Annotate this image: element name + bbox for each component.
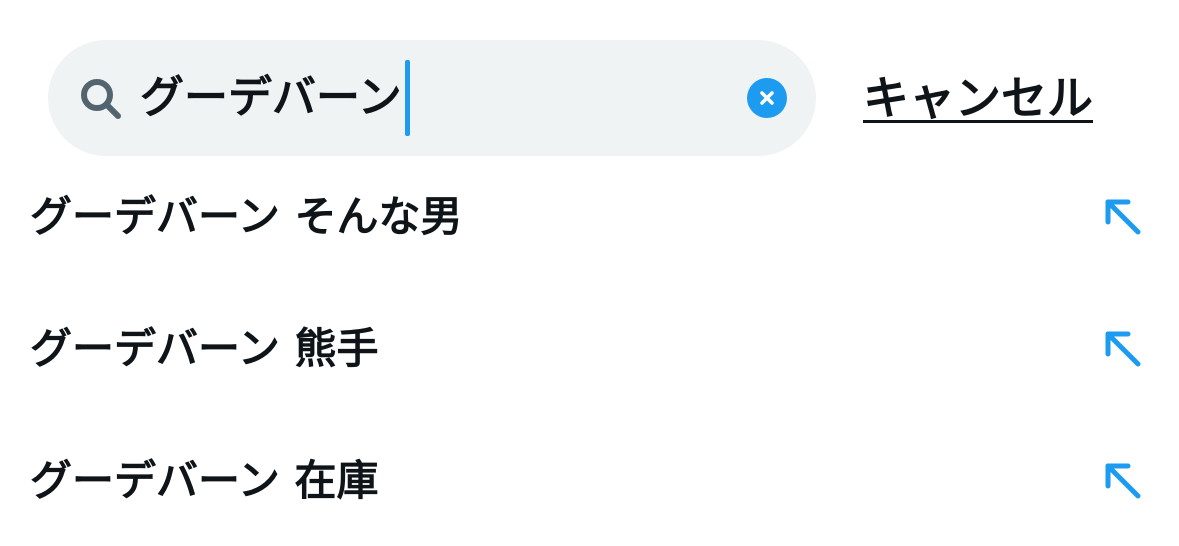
search-box[interactable]: グーデバーン <box>48 40 816 156</box>
arrow-up-left-icon[interactable] <box>1100 194 1146 240</box>
clear-search-button[interactable] <box>747 78 787 118</box>
close-icon <box>758 89 776 107</box>
suggestion-item[interactable]: グーデバーン 在庫 <box>0 414 1179 546</box>
suggestion-item[interactable]: グーデバーン そんな男 <box>0 150 1179 282</box>
search-row: グーデバーン キャンセル <box>48 40 1138 156</box>
cancel-button[interactable]: キャンセル <box>863 62 1093 134</box>
suggestion-list: グーデバーン そんな男 グーデバーン 熊手 グーデバーン 在庫 <box>0 150 1179 546</box>
suggestion-label: グーデバーン 熊手 <box>30 324 379 373</box>
arrow-up-left-icon[interactable] <box>1100 326 1146 372</box>
suggestion-label: グーデバーン そんな男 <box>30 192 463 241</box>
arrow-up-left-icon[interactable] <box>1100 458 1146 504</box>
text-caret <box>404 60 410 136</box>
suggestion-item[interactable]: グーデバーン 熊手 <box>0 282 1179 414</box>
search-query-text: グーデバーン <box>140 72 402 123</box>
search-input[interactable]: グーデバーン <box>140 60 740 136</box>
suggestion-label: グーデバーン 在庫 <box>30 456 379 505</box>
search-icon <box>78 76 124 122</box>
